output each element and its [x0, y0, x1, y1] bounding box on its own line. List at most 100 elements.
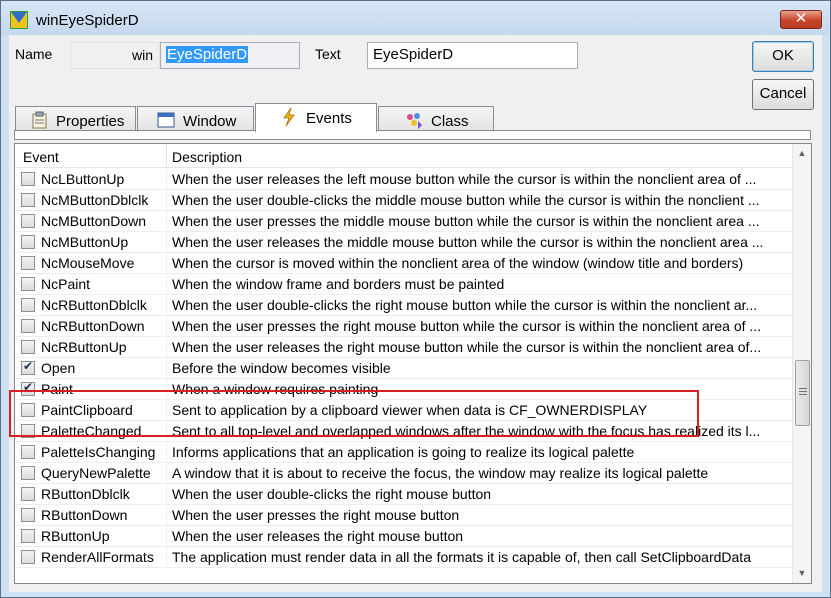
event-checkbox[interactable] — [21, 340, 35, 354]
list-item[interactable]: QueryNewPalette A window that it is about… — [15, 463, 793, 484]
event-checkbox[interactable] — [21, 193, 35, 207]
event-description: When the user double-clicks the right mo… — [172, 297, 758, 313]
event-checkbox[interactable] — [21, 298, 35, 312]
vertical-scrollbar[interactable]: ▲ ▼ — [792, 144, 811, 583]
tab-class[interactable]: Class — [378, 106, 494, 132]
list-item[interactable]: NcMouseMove When the cursor is moved with… — [15, 253, 793, 274]
app-icon — [10, 11, 28, 29]
column-divider — [166, 274, 167, 295]
list-item[interactable]: NcMButtonDown When the user presses the m… — [15, 211, 793, 232]
event-description: When the user releases the right mouse b… — [172, 528, 464, 544]
event-checkbox[interactable] — [21, 277, 35, 291]
event-checkbox[interactable] — [21, 508, 35, 522]
list-item[interactable]: RButtonUp When the user releases the righ… — [15, 526, 793, 547]
event-name: PaletteIsChanging — [41, 444, 156, 460]
title-bar[interactable]: winEyeSpiderD ✕ — [1, 1, 830, 35]
list-item[interactable]: NcPaint When the window frame and borders… — [15, 274, 793, 295]
name-input[interactable]: EyeSpiderD — [160, 42, 300, 69]
event-name: NcMouseMove — [41, 255, 135, 271]
ok-button[interactable]: OK — [752, 41, 814, 72]
event-name: RButtonDown — [41, 507, 128, 523]
list-item[interactable]: NcMButtonDblclk When the user double-clic… — [15, 190, 793, 211]
tab-panel — [14, 130, 811, 140]
column-divider — [166, 232, 167, 253]
event-name: PaletteChanged — [41, 423, 142, 439]
close-button[interactable]: ✕ — [780, 10, 822, 29]
event-checkbox[interactable] — [21, 466, 35, 480]
scroll-thumb[interactable] — [795, 360, 810, 426]
event-description: When the window frame and borders must b… — [172, 276, 505, 292]
event-checkbox[interactable] — [21, 172, 35, 186]
list-item[interactable]: NcRButtonDblclk When the user double-clic… — [15, 295, 793, 316]
event-checkbox[interactable] — [21, 256, 35, 270]
event-checkbox[interactable] — [21, 529, 35, 543]
list-item[interactable]: PaletteChanged Sent to all top-level and … — [15, 421, 793, 442]
event-description: When the user presses the right mouse bu… — [172, 507, 460, 523]
name-value: EyeSpiderD — [166, 46, 249, 63]
event-checkbox[interactable] — [21, 359, 35, 375]
scroll-up-icon[interactable]: ▲ — [793, 145, 811, 162]
column-divider — [166, 400, 167, 421]
list-item[interactable]: NcMButtonUp When the user releases the mi… — [15, 232, 793, 253]
event-checkbox[interactable] — [21, 319, 35, 333]
event-checkbox[interactable] — [21, 445, 35, 459]
name-label: Name — [15, 46, 53, 62]
event-checkbox[interactable] — [21, 214, 35, 228]
event-description: When the user releases the right mouse b… — [172, 339, 762, 355]
list-item[interactable]: RButtonDblclk When the user double-clicks… — [15, 484, 793, 505]
list-item[interactable]: RButtonDown When the user presses the rig… — [15, 505, 793, 526]
column-divider — [166, 211, 167, 232]
tab-window[interactable]: Window — [137, 106, 254, 132]
event-checkbox[interactable] — [21, 380, 35, 396]
scroll-down-icon[interactable]: ▼ — [793, 565, 811, 582]
event-description: A window that it is about to receive the… — [172, 465, 709, 481]
event-checkbox[interactable] — [21, 487, 35, 501]
text-label: Text — [315, 46, 341, 62]
list-item[interactable]: NcLButtonUp When the user releases the le… — [15, 169, 793, 190]
event-name: PaintClipboard — [41, 402, 133, 418]
column-divider — [166, 421, 167, 442]
column-divider — [166, 190, 167, 211]
column-divider — [166, 295, 167, 316]
event-description: When the user double-clicks the middle m… — [172, 192, 760, 208]
lightning-icon — [283, 108, 295, 126]
cancel-button[interactable]: Cancel — [752, 79, 814, 110]
list-item[interactable]: NcRButtonUp When the user releases the ri… — [15, 337, 793, 358]
events-list[interactable]: Event Description NcLButtonUp When the us… — [14, 143, 812, 584]
list-item[interactable]: NcRButtonDown When the user presses the r… — [15, 316, 793, 337]
list-rows: NcLButtonUp When the user releases the le… — [15, 169, 793, 568]
list-item[interactable]: Open Before the window becomes visible — [15, 358, 793, 379]
window-title: winEyeSpiderD — [36, 12, 139, 29]
event-checkbox[interactable] — [21, 424, 35, 438]
event-name: Paint — [41, 381, 73, 397]
event-name: NcMButtonDblclk — [41, 192, 149, 208]
event-description: When the user presses the right mouse bu… — [172, 318, 762, 334]
header-description[interactable]: Description — [172, 149, 242, 165]
tab-window-label: Window — [183, 113, 237, 130]
column-divider — [166, 505, 167, 526]
event-checkbox[interactable] — [21, 550, 35, 564]
list-item[interactable]: PaintClipboard Sent to application by a c… — [15, 400, 793, 421]
text-input[interactable]: EyeSpiderD — [367, 42, 578, 69]
column-divider — [166, 169, 167, 190]
event-description: When the user releases the left mouse bu… — [172, 171, 757, 187]
dialog-window: winEyeSpiderD ✕ Name win EyeSpiderD Text… — [0, 0, 831, 598]
header-divider[interactable] — [166, 144, 167, 168]
tab-events[interactable]: Events — [255, 103, 377, 132]
tab-class-label: Class — [431, 113, 469, 130]
event-description: Informs applications that an application… — [172, 444, 635, 460]
list-item[interactable]: RenderAllFormats The application must ren… — [15, 547, 793, 568]
event-checkbox[interactable] — [21, 403, 35, 417]
list-header: Event Description — [15, 144, 793, 168]
list-item[interactable]: PaletteIsChanging Informs applications th… — [15, 442, 793, 463]
column-divider — [166, 526, 167, 547]
event-checkbox[interactable] — [21, 235, 35, 249]
list-item[interactable]: Paint When a window requires painting — [15, 379, 793, 400]
column-divider — [166, 379, 167, 400]
header-event[interactable]: Event — [23, 149, 59, 165]
tab-properties[interactable]: Properties — [15, 106, 136, 132]
dialog-client: Name win EyeSpiderD Text EyeSpiderD OK C… — [9, 35, 822, 592]
event-name: NcRButtonDown — [41, 318, 145, 334]
event-description: When a window requires painting — [172, 381, 379, 397]
event-description: Sent to all top-level and overlapped win… — [172, 423, 761, 439]
